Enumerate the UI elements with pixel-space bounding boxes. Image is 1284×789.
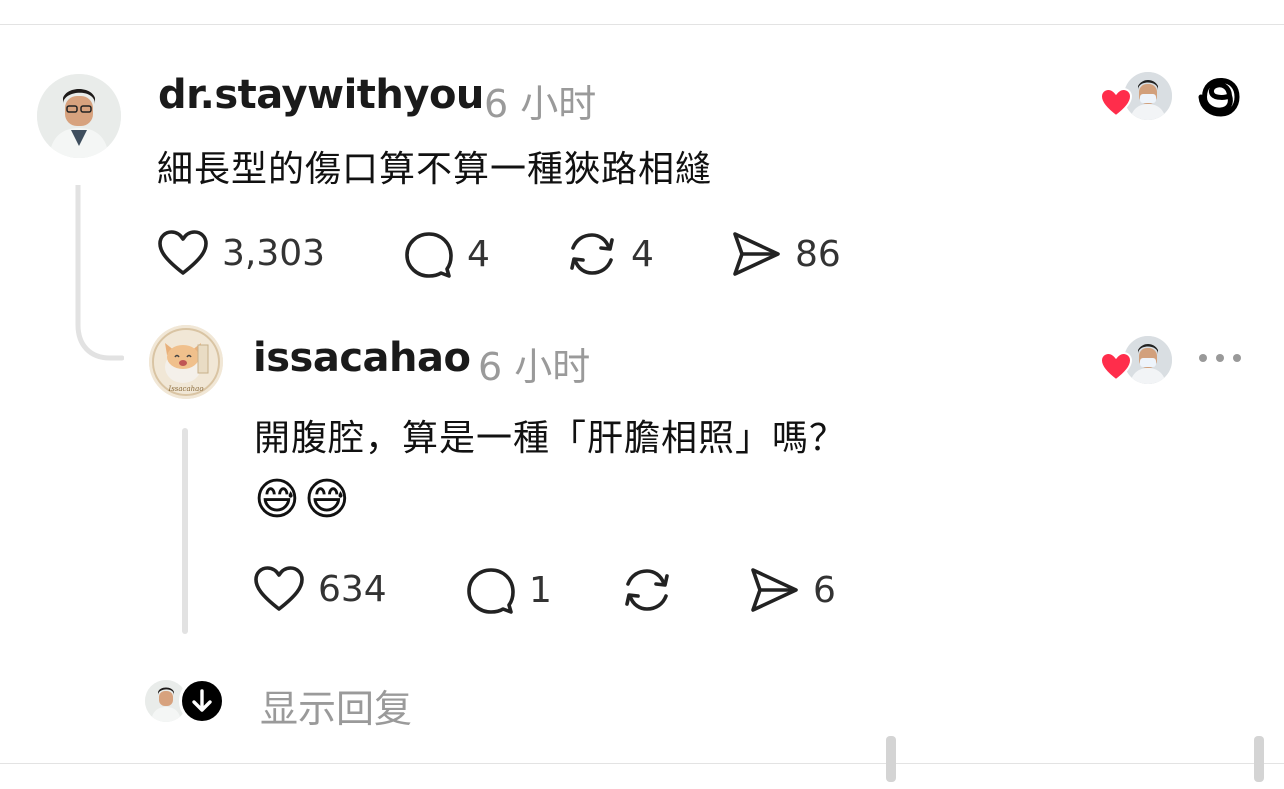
post-comment-action[interactable]: 4 bbox=[403, 228, 490, 280]
scroll-handle-left bbox=[886, 736, 896, 782]
post-text: 細長型的傷口算不算一種狹路相縫 bbox=[157, 149, 713, 190]
reply-share-action[interactable]: 6 bbox=[747, 564, 836, 616]
doctor-avatar-image bbox=[37, 74, 121, 158]
reply-repost-action[interactable] bbox=[620, 564, 674, 616]
comment-count: 4 bbox=[467, 233, 490, 275]
threads-logo-icon[interactable] bbox=[1196, 72, 1246, 122]
repost-icon bbox=[570, 233, 614, 275]
reply-emoji: 😅😅 bbox=[254, 474, 354, 525]
post-repost-action[interactable]: 4 bbox=[565, 228, 654, 280]
post-username[interactable]: dr.staywithyou bbox=[158, 72, 484, 118]
heart-icon bbox=[158, 230, 208, 275]
post-timestamp: 6 小时 bbox=[484, 82, 597, 126]
post-like-action[interactable]: 3,303 bbox=[156, 228, 325, 278]
reply-comment-action[interactable]: 1 bbox=[465, 564, 552, 616]
comment-icon bbox=[405, 232, 453, 278]
reply-like-action[interactable]: 634 bbox=[252, 564, 387, 614]
svg-text:Issacahao: Issacahao bbox=[167, 385, 203, 393]
post-share-action[interactable]: 86 bbox=[729, 228, 841, 280]
reply-timestamp: 6 小时 bbox=[478, 345, 591, 389]
heart-badge-icon bbox=[1100, 352, 1132, 382]
comment-icon bbox=[467, 568, 515, 614]
heart-icon bbox=[254, 566, 304, 611]
reply-thread-line bbox=[182, 428, 188, 634]
show-replies-row[interactable]: 显示回复 bbox=[145, 678, 465, 731]
repost-icon bbox=[625, 569, 669, 611]
reply-share-count: 6 bbox=[813, 569, 836, 611]
post-author-avatar[interactable] bbox=[37, 74, 121, 158]
reply-username[interactable]: issacahao bbox=[253, 335, 471, 381]
cat-avatar-image: Issacahao bbox=[149, 325, 223, 399]
bottom-divider bbox=[0, 763, 1284, 764]
show-replies-label[interactable]: 显示回复 bbox=[260, 678, 412, 733]
share-icon bbox=[733, 232, 780, 276]
reply-comment-count: 1 bbox=[529, 569, 552, 611]
repost-count: 4 bbox=[631, 233, 654, 275]
like-count: 3,303 bbox=[222, 232, 326, 274]
top-divider bbox=[0, 24, 1284, 25]
more-icon[interactable] bbox=[1199, 354, 1241, 362]
reply-author-liked-badge bbox=[1100, 334, 1174, 386]
author-liked-badge bbox=[1100, 70, 1174, 122]
reply-like-count: 634 bbox=[318, 568, 387, 610]
scroll-handle-right bbox=[1254, 736, 1264, 782]
reply-author-avatar[interactable]: Issacahao bbox=[149, 325, 223, 399]
share-count: 86 bbox=[795, 233, 841, 275]
heart-badge-icon bbox=[1100, 88, 1132, 118]
share-icon bbox=[751, 568, 798, 612]
thread-connector bbox=[75, 185, 124, 361]
arrow-down-icon bbox=[179, 678, 225, 724]
reply-text: 開腹腔，算是一種「肝膽相照」嗎？ bbox=[254, 418, 847, 459]
